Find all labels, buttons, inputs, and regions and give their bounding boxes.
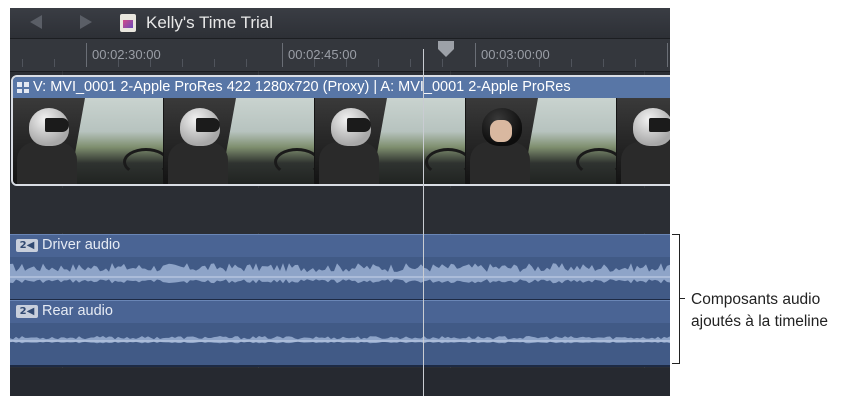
- ruler-tick: [410, 59, 411, 67]
- clip-grid-icon: [17, 82, 29, 93]
- callout-bracket: [672, 234, 680, 364]
- ruler-tick: [54, 59, 55, 67]
- ruler-tick: [150, 59, 151, 67]
- timecode-ruler[interactable]: 00:02:30:00 00:02:45:00 00:03:00:00: [10, 39, 670, 72]
- clip-header: V: MVI_0001 2-Apple ProRes 422 1280x720 …: [13, 77, 670, 98]
- callout-line: Composants audio: [691, 291, 821, 308]
- audio-component-driver[interactable]: 2◀ Driver audio: [10, 234, 670, 301]
- waveform-shape: [10, 263, 670, 284]
- ruler-tick: [635, 59, 636, 67]
- filmstrip-frame: [617, 98, 670, 184]
- ruler-tick: [378, 59, 379, 67]
- ruler-tick: [22, 59, 23, 67]
- chevron-right-icon[interactable]: [80, 15, 92, 29]
- clip-filmstrip: [13, 98, 670, 184]
- ruler-tick: [282, 43, 283, 67]
- empty-lane: [10, 368, 670, 396]
- filmstrip-frame: [466, 98, 617, 184]
- callout-bracket-tick: [679, 298, 685, 299]
- audio-component-header: 2◀ Rear audio: [10, 301, 670, 323]
- ruler-tick: [442, 59, 443, 67]
- callout-text: Composants audio ajoutés à la timeline: [691, 289, 828, 333]
- ruler-tick: [214, 59, 215, 67]
- ruler-tick: [667, 43, 668, 67]
- audio-waveform: [10, 263, 670, 284]
- ruler-tick: [246, 59, 247, 67]
- ruler-tick: [182, 59, 183, 67]
- ruler-tick: [507, 59, 508, 67]
- ruler-tick: [314, 59, 315, 67]
- video-clip[interactable]: V: MVI_0001 2-Apple ProRes 422 1280x720 …: [11, 75, 670, 186]
- project-icon: [120, 14, 136, 32]
- audio-component-name: Rear audio: [42, 303, 113, 319]
- ruler-tick: [86, 43, 87, 67]
- filmstrip-frame: [315, 98, 466, 184]
- audio-component-name: Driver audio: [42, 237, 121, 253]
- timeline-panel: Kelly's Time Trial 00:02:30:00 00:02:45:…: [10, 8, 670, 396]
- chevron-left-icon[interactable]: [30, 15, 42, 29]
- callout-line: ajoutés à la timeline: [691, 313, 828, 330]
- filmstrip-frame: [13, 98, 164, 184]
- stereo-channel-icon: 2◀: [16, 305, 38, 318]
- ruler-tick: [118, 59, 119, 67]
- clip-label: V: MVI_0001 2-Apple ProRes 422 1280x720 …: [33, 79, 571, 95]
- audio-waveform: [10, 336, 670, 344]
- ruler-tick: [475, 43, 476, 67]
- timeline-titlebar: Kelly's Time Trial: [10, 8, 670, 39]
- audio-component-header: 2◀ Driver audio: [10, 235, 670, 257]
- project-title: Kelly's Time Trial: [146, 13, 273, 32]
- playhead-line[interactable]: [423, 49, 424, 396]
- waveform-shape: [10, 336, 670, 344]
- ruler-tick: [603, 59, 604, 67]
- filmstrip-frame: [164, 98, 315, 184]
- ruler-tick: [346, 59, 347, 67]
- empty-lane: [10, 188, 670, 233]
- playhead-handle-point: [438, 49, 454, 57]
- audio-component-rear[interactable]: 2◀ Rear audio: [10, 300, 670, 367]
- ruler-tick: [539, 59, 540, 67]
- ruler-tick: [571, 59, 572, 67]
- playhead-handle[interactable]: [438, 41, 454, 49]
- stereo-channel-icon: 2◀: [16, 239, 38, 252]
